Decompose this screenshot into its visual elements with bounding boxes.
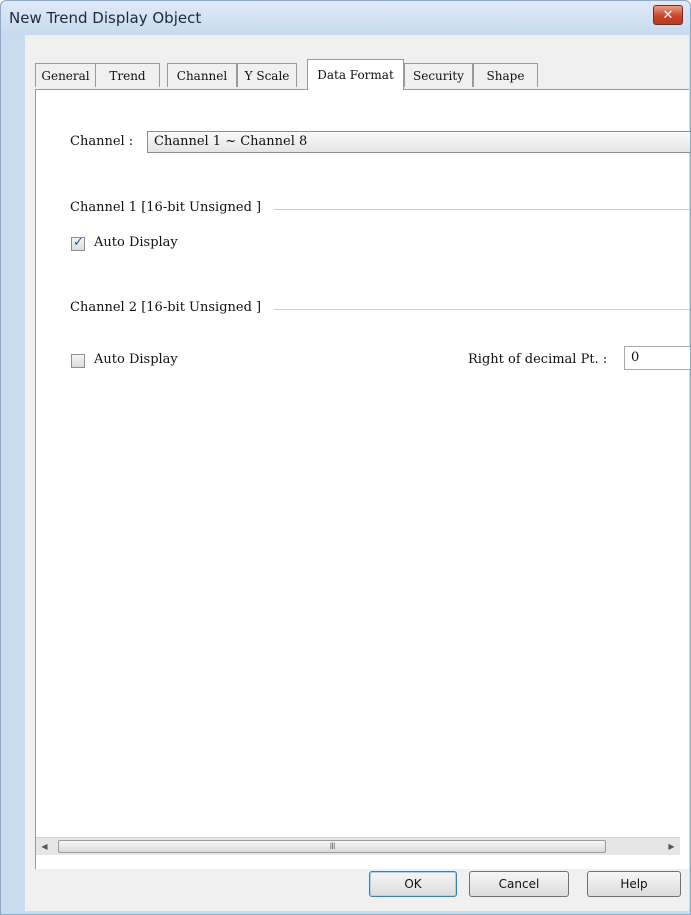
tab-general[interactable]: General xyxy=(35,63,96,87)
tab-y-scale[interactable]: Y Scale xyxy=(237,63,297,87)
decimal-places-input[interactable]: 0 xyxy=(624,346,690,370)
tab-trend[interactable]: Trend xyxy=(95,63,160,87)
check-icon: ✓ xyxy=(73,235,84,250)
channel-1-auto-display-checkbox[interactable]: ✓ xyxy=(71,235,85,251)
channel-2-group-divider xyxy=(274,309,690,310)
channel-1-group-divider xyxy=(274,209,690,210)
tab-data-format[interactable]: Data Format xyxy=(307,59,404,90)
tab-channel[interactable]: Channel xyxy=(167,63,237,87)
channel-2-auto-display-checkbox[interactable] xyxy=(71,354,85,368)
horizontal-scrollbar[interactable]: ◀ III ▶ xyxy=(36,837,680,855)
scrollbar-thumb[interactable]: III xyxy=(58,840,606,853)
tab-shape[interactable]: Shape xyxy=(473,63,538,87)
channel-1-auto-display-label: Auto Display xyxy=(94,235,178,250)
dialog-window: New Trend Display Object ✕ General Trend… xyxy=(0,0,691,915)
decimal-places-value: 0 xyxy=(631,350,640,365)
data-format-panel: Channel : Channel 1 ~ Channel 8 Channel … xyxy=(35,89,690,869)
channel-2-group-title: Channel 2 [16-bit Unsigned ] xyxy=(70,300,262,315)
window-title: New Trend Display Object xyxy=(9,9,202,27)
scrollbar-grip: III xyxy=(329,841,336,852)
channel-label: Channel : xyxy=(70,134,134,149)
tab-security[interactable]: Security xyxy=(404,63,473,87)
tab-strip: General Trend Channel Y Scale Data Forma… xyxy=(25,35,689,95)
channel-2-auto-display-label: Auto Display xyxy=(94,352,178,367)
chevron-right-icon[interactable]: ▶ xyxy=(663,838,680,855)
help-button[interactable]: Help xyxy=(587,871,681,897)
close-icon: ✕ xyxy=(662,7,674,23)
dialog-client: General Trend Channel Y Scale Data Forma… xyxy=(25,35,690,911)
channel-select[interactable]: Channel 1 ~ Channel 8 xyxy=(147,131,690,153)
title-bar[interactable]: New Trend Display Object ✕ xyxy=(1,1,690,35)
decimal-places-label: Right of decimal Pt. : xyxy=(468,352,608,367)
chevron-left-icon[interactable]: ◀ xyxy=(36,838,53,855)
ok-button[interactable]: OK xyxy=(369,871,457,897)
close-button[interactable]: ✕ xyxy=(653,5,683,25)
cancel-button[interactable]: Cancel xyxy=(469,871,569,897)
channel-select-value: Channel 1 ~ Channel 8 xyxy=(154,134,308,149)
channel-1-group-title: Channel 1 [16-bit Unsigned ] xyxy=(70,200,262,215)
